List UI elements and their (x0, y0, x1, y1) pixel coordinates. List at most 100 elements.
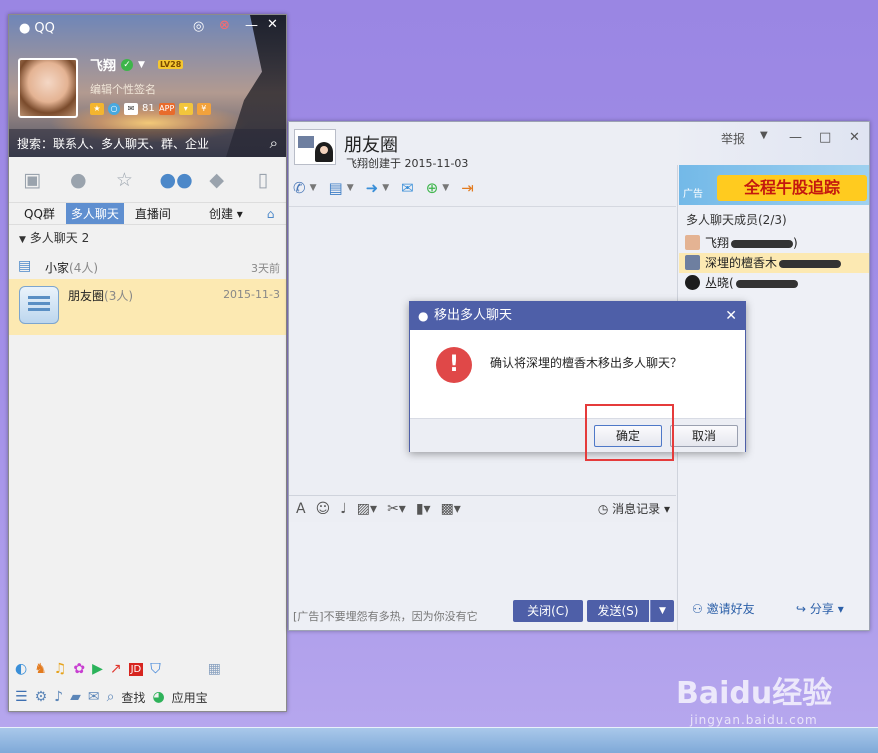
tab-groups-icon[interactable]: ●● (160, 169, 193, 191)
member-row-selected[interactable]: 深埋的檀香木 (679, 253, 869, 273)
image-icon[interactable]: ▨▾ (357, 501, 377, 517)
emoji-icon[interactable]: ☺ (316, 501, 331, 517)
mail-icon[interactable]: ✉ (124, 103, 138, 115)
send-options-dropdown[interactable]: ▼ (650, 600, 674, 622)
invite-friends-button[interactable]: ⚇ 邀请好友 (692, 600, 755, 617)
more-tools-icon[interactable]: ▩▾ (441, 501, 461, 517)
remove-member-dialog: ● 移出多人聊天 ✕ ! 确认将深埋的檀香木移出多人聊天？ 确定 取消 (409, 301, 746, 452)
tab-space-icon[interactable]: ◆ (206, 169, 228, 191)
maximize-icon[interactable]: □ (819, 130, 831, 145)
chevron-down-icon[interactable]: ▼ (382, 183, 389, 193)
minimize-icon[interactable]: — (245, 18, 258, 33)
app-plus-icon[interactable]: ⊕ (426, 179, 439, 197)
video-icon[interactable]: ▶ (92, 661, 103, 677)
list-item[interactable]: ▤ 小家(4人) 3天前 (9, 255, 286, 279)
create-dropdown[interactable]: 创建 ▾ (204, 203, 248, 224)
skin-icon[interactable]: ◎ (193, 19, 204, 34)
message-input[interactable]: [广告]不要埋怨有多热，因为你没有它 关闭(C) 发送(S) ▼ (289, 522, 676, 630)
tab-qq-groups[interactable]: QQ群 (19, 203, 60, 224)
search-icon[interactable]: ⌕ (270, 134, 278, 152)
nickname: 飞翔 (90, 59, 117, 74)
tab-messages-icon[interactable]: ▣ (21, 169, 43, 191)
file-folder-icon[interactable]: ▰ (70, 689, 81, 705)
app-store-label[interactable]: 应用宝 (172, 689, 208, 706)
screen-share-icon[interactable]: ▤ (329, 179, 343, 197)
tab-phone-icon[interactable]: ▯ (252, 169, 274, 191)
report-button[interactable]: 举报 (721, 130, 745, 147)
list-item-selected[interactable]: 朋友圈(3人) 2015-11-3 (9, 279, 286, 335)
user-nickname-row[interactable]: 飞翔 ✓ ▼ LV28 (90, 55, 184, 74)
invite-label: 邀请好友 (706, 602, 755, 616)
app-store-icon[interactable]: ◕ (152, 689, 164, 705)
chat-title: 朋友圈 (344, 135, 398, 156)
ad-banner-text: 全程牛股追踪 (717, 175, 867, 201)
chat-toolbar: ✆ ▼ ▤ ▼ ➜ ▼ ✉ ⊕ ▼ ⇥ (289, 175, 674, 201)
close-icon[interactable]: ✕ (267, 17, 278, 32)
close-icon[interactable]: ✕ (849, 130, 860, 145)
gift-icon[interactable]: ¥ (196, 103, 211, 115)
redaction-scribble (735, 279, 798, 288)
minimize-button[interactable]: ⊗ (219, 18, 230, 33)
send-button[interactable]: 发送(S) (587, 600, 649, 622)
star-icon[interactable]: ★ (90, 103, 104, 115)
home-icon[interactable]: ⌂ (262, 205, 280, 223)
wallet-icon[interactable]: ▾ (178, 103, 193, 115)
tab-favorites-icon[interactable]: ☆ (113, 169, 135, 191)
message-box-icon[interactable]: ✉ (88, 689, 100, 705)
close-icon[interactable]: ✕ (725, 302, 737, 330)
tab-contacts-icon[interactable]: ● (67, 169, 89, 191)
signature[interactable]: 编辑个性签名 (90, 81, 156, 97)
contact-search-bar[interactable]: 搜索：联系人、多人聊天、群、企业 ⌕ (9, 129, 286, 157)
ad-banner[interactable]: 广告 全程牛股追踪 (679, 165, 869, 205)
phone-call-icon[interactable]: ✆ (293, 179, 306, 197)
qzone-icon[interactable]: ○ (108, 103, 120, 115)
level-badge[interactable]: LV28 (157, 60, 184, 69)
apps-grid-icon[interactable]: ▦ (208, 661, 221, 677)
taskbar (0, 727, 878, 753)
app-icon[interactable]: APP (158, 103, 175, 115)
user-avatar[interactable] (18, 58, 78, 118)
cancel-button[interactable]: 取消 (670, 425, 738, 447)
multi-chat-group-header[interactable]: ▼ 多人聊天 2 (19, 229, 89, 246)
report-dropdown-icon[interactable]: ▼ (760, 130, 768, 141)
security-shield-icon[interactable]: ⛉ (150, 661, 161, 677)
game-icon[interactable]: ♞ (34, 661, 47, 677)
photo-icon[interactable]: ✿ (73, 661, 85, 677)
chevron-down-icon[interactable]: ▼ (310, 183, 317, 193)
minimize-icon[interactable]: — (789, 130, 802, 145)
file-transfer-icon[interactable]: ➜ (366, 179, 379, 197)
screenshot-scissors-icon[interactable]: ✂▾ (387, 501, 406, 517)
online-status-icon[interactable]: ✓ (121, 58, 134, 71)
main-menu-icon[interactable]: ☰ (15, 689, 28, 705)
add-user-icon: ⚇ (692, 602, 703, 616)
group-avatar[interactable] (294, 129, 336, 165)
tab-live-room[interactable]: 直播间 (130, 203, 176, 224)
share-button[interactable]: ↪ 分享 ▾ (796, 600, 844, 617)
find-search-icon[interactable]: ⌕ (107, 689, 115, 705)
warning-icon: ! (436, 347, 472, 383)
member-avatar (685, 255, 700, 270)
find-label[interactable]: 查找 (121, 689, 145, 706)
ad-text-link[interactable]: [广告]不要埋怨有多热，因为你没有它 (293, 608, 478, 624)
stock-icon[interactable]: ↗ (110, 661, 122, 677)
font-icon[interactable]: A (296, 501, 306, 517)
member-row[interactable]: 丛晓( (679, 273, 869, 293)
chevron-down-icon[interactable]: ▼ (138, 60, 145, 70)
exit-group-icon[interactable]: ⇥ (461, 179, 474, 197)
mail-icon[interactable]: ✉ (401, 179, 414, 197)
main-tab-bar: ▣ ● ☆ ●● ◆ ▯ (9, 157, 286, 203)
close-chat-button[interactable]: 关闭(C) (513, 600, 583, 622)
music-icon[interactable]: ♫ (54, 661, 67, 677)
voice-mic-icon[interactable]: ♩ (340, 501, 347, 517)
poll-icon[interactable]: ▮▾ (416, 501, 431, 517)
jd-icon[interactable]: JD (128, 662, 144, 676)
tab-multi-chat[interactable]: 多人聊天 (65, 203, 124, 224)
settings-gear-icon[interactable]: ⚙ (35, 689, 48, 705)
member-row[interactable]: 飞翔) (679, 233, 869, 253)
browser-icon[interactable]: ◐ (15, 661, 27, 677)
search-input[interactable]: 搜索：联系人、多人聊天、群、企业 (17, 137, 209, 151)
volume-icon[interactable]: ♪ (54, 689, 63, 705)
message-history-button[interactable]: ◷ 消息记录 ▾ (598, 500, 670, 517)
chevron-down-icon[interactable]: ▼ (347, 183, 354, 193)
chevron-down-icon[interactable]: ▼ (442, 183, 449, 193)
